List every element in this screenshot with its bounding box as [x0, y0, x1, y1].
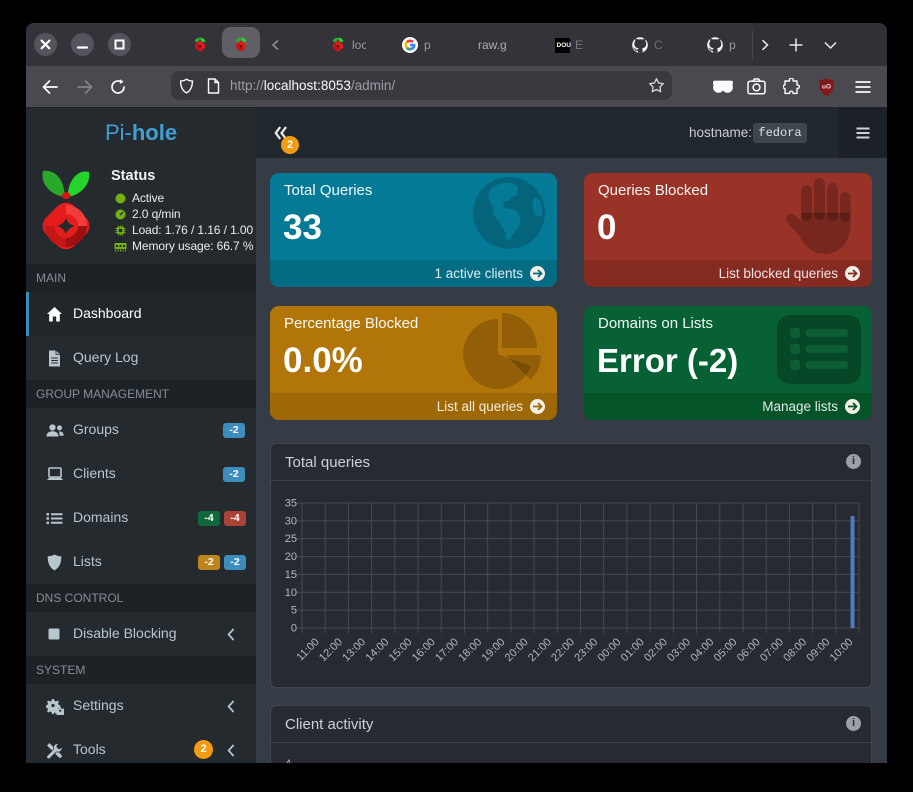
svg-text:05:00: 05:00: [712, 636, 740, 664]
svg-text:04:00: 04:00: [688, 636, 716, 664]
svg-text:17:00: 17:00: [433, 636, 461, 664]
svg-text:5: 5: [291, 605, 297, 617]
svg-text:21:00: 21:00: [526, 636, 554, 664]
svg-text:uO: uO: [822, 84, 831, 91]
svg-text:13:00: 13:00: [340, 636, 368, 664]
svg-text:07:00: 07:00: [758, 636, 786, 664]
svg-text:11:00: 11:00: [294, 636, 321, 663]
svg-text:30: 30: [285, 515, 297, 527]
svg-text:16:00: 16:00: [410, 636, 438, 664]
svg-text:19:00: 19:00: [480, 636, 508, 664]
svg-text:12:00: 12:00: [317, 636, 345, 664]
svg-text:06:00: 06:00: [735, 636, 763, 664]
svg-text:09:00: 09:00: [804, 636, 832, 664]
svg-text:18:00: 18:00: [456, 636, 484, 664]
svg-text:01:00: 01:00: [619, 636, 647, 664]
svg-text:15:00: 15:00: [387, 636, 415, 664]
svg-text:03:00: 03:00: [665, 636, 693, 664]
svg-text:00:00: 00:00: [596, 636, 624, 664]
svg-text:08:00: 08:00: [781, 636, 809, 664]
svg-text:02:00: 02:00: [642, 636, 670, 664]
svg-text:20:00: 20:00: [503, 636, 531, 664]
svg-text:23:00: 23:00: [572, 636, 600, 664]
svg-text:35: 35: [285, 498, 297, 510]
svg-text:22:00: 22:00: [549, 636, 577, 664]
svg-text:25: 25: [285, 533, 297, 545]
svg-text:14:00: 14:00: [363, 636, 391, 664]
svg-text:0: 0: [291, 623, 297, 635]
svg-text:20: 20: [285, 551, 297, 563]
svg-text:10: 10: [285, 587, 297, 599]
svg-text:15: 15: [285, 569, 297, 581]
svg-text:10:00: 10:00: [828, 636, 856, 664]
